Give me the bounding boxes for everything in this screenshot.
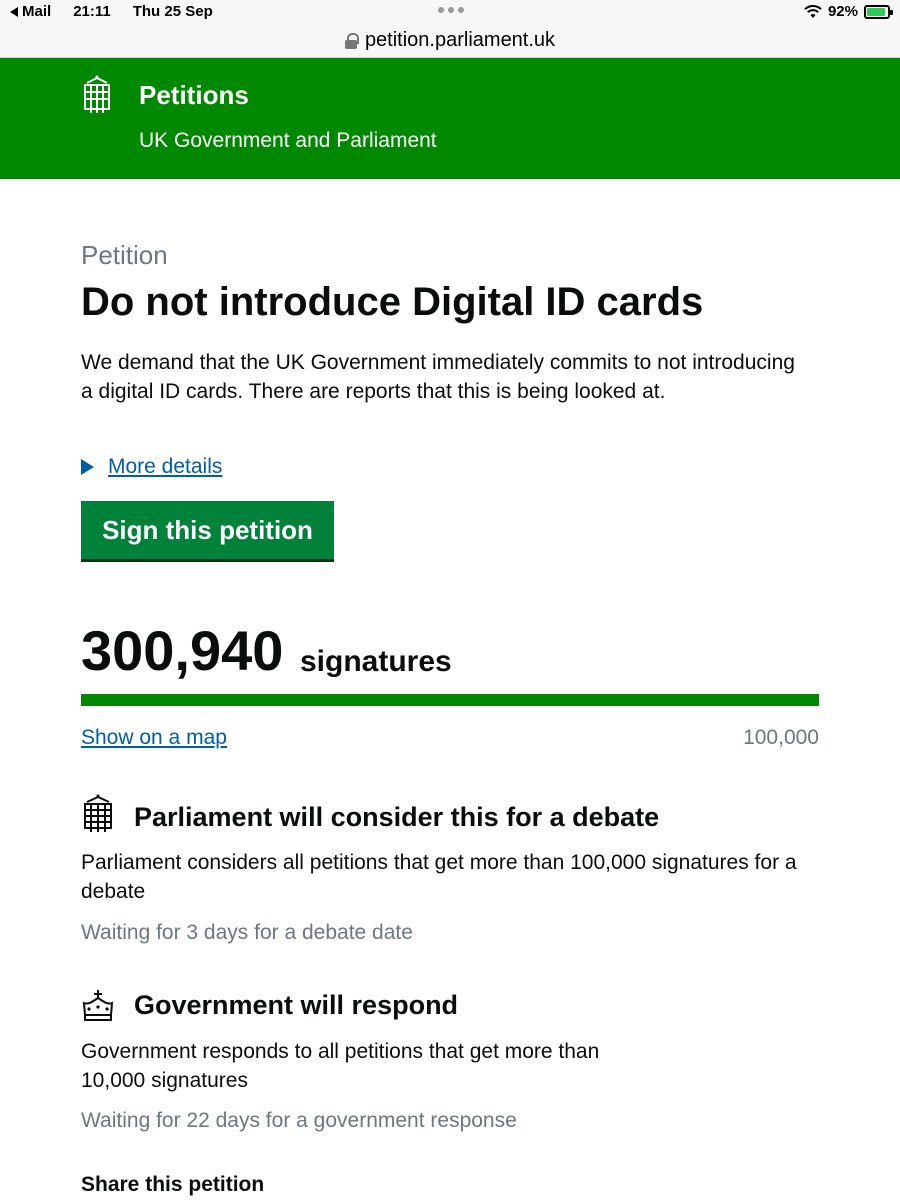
government-waiting-text: Waiting for 22 days for a government res… <box>81 1109 517 1132</box>
signature-progress-fill <box>81 694 819 706</box>
show-on-map-link[interactable]: Show on a map <box>81 726 227 750</box>
more-details-toggle[interactable]: More details <box>81 455 222 479</box>
back-to-app-button[interactable]: Mail <box>10 3 51 20</box>
back-arrow-icon <box>10 6 18 17</box>
battery-icon <box>864 4 893 19</box>
status-bar: Mail 21:11 Thu 25 Sep 92% <box>0 0 900 24</box>
wifi-icon <box>804 4 822 18</box>
disclosure-triangle-icon <box>81 459 94 475</box>
sign-petition-button[interactable]: Sign this petition <box>81 501 334 559</box>
signature-progress-bar <box>81 694 819 706</box>
site-header: Petitions UK Government and Parliament <box>0 58 900 179</box>
signature-count: 300,940 <box>81 619 284 682</box>
url-text: petition.parliament.uk <box>364 29 556 51</box>
site-subtitle: UK Government and Parliament <box>139 129 437 152</box>
back-app-label: Mail <box>22 3 52 20</box>
portcullis-logo-icon[interactable] <box>81 75 113 115</box>
government-milestone-body: Government responds to all petitions tha… <box>81 1040 600 1092</box>
site-title[interactable]: Petitions <box>139 80 249 111</box>
status-date: Thu 25 Sep <box>132 3 213 20</box>
multitasking-dots-icon[interactable] <box>438 7 464 13</box>
lock-icon <box>344 32 359 49</box>
petition-description: We demand that the UK Government immedia… <box>81 351 795 403</box>
signature-label: signatures <box>300 645 452 678</box>
debate-waiting-text: Waiting for 3 days for a debate date <box>81 921 413 944</box>
more-details-link[interactable]: More details <box>108 455 222 479</box>
petition-title: Do not introduce Digital ID cards <box>81 280 704 324</box>
crown-icon <box>82 990 114 1021</box>
status-time: 21:11 <box>73 3 111 20</box>
petition-caption: Petition <box>81 240 168 270</box>
battery-percent: 92% <box>827 3 858 20</box>
debate-milestone-title: Parliament will consider this for a deba… <box>134 802 660 832</box>
signature-threshold: 100,000 <box>743 726 819 749</box>
portcullis-icon <box>84 794 112 832</box>
government-milestone-title: Government will respond <box>134 990 459 1020</box>
address-bar[interactable]: petition.parliament.uk <box>0 24 900 58</box>
share-heading: Share this petition <box>81 1173 265 1196</box>
debate-milestone-body: Parliament considers all petitions that … <box>81 851 797 903</box>
